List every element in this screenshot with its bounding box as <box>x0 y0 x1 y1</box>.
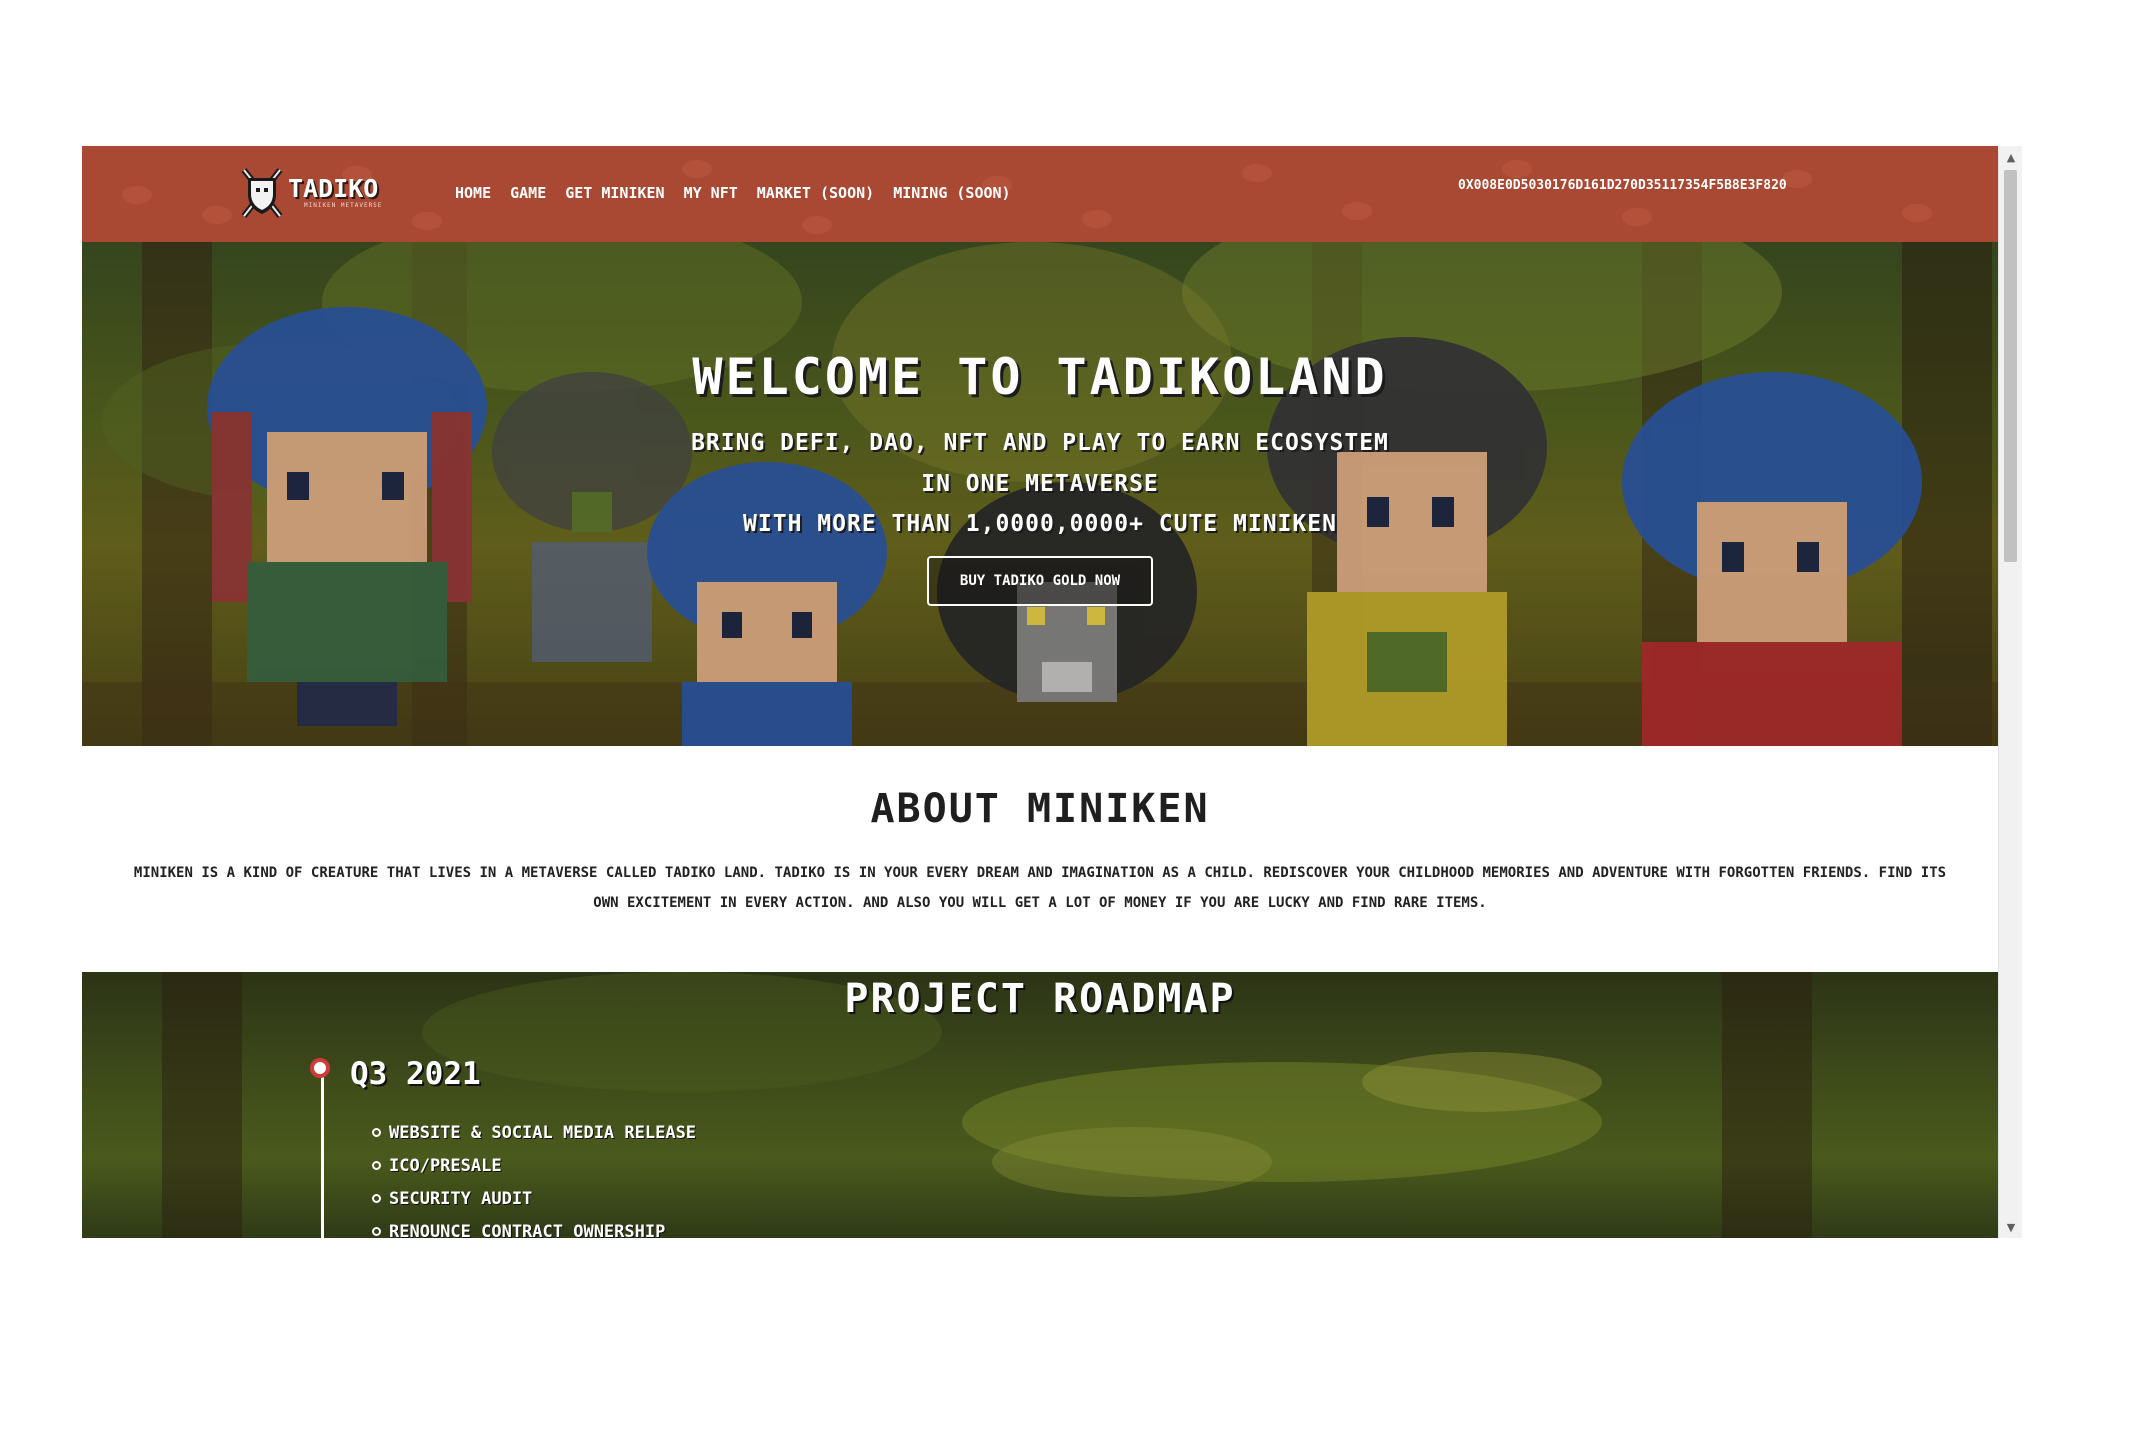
circle-bullet-icon <box>372 1227 381 1236</box>
list-item: ICO/PRESALE <box>372 1149 696 1182</box>
vertical-scrollbar[interactable]: ▲ ▼ <box>1998 146 2022 1238</box>
timeline-dot-icon <box>310 1058 330 1078</box>
page-viewport: TADIKO MINIKEN METAVERSE HOME GAME GET M… <box>82 146 1998 1238</box>
roadmap-section: PROJECT ROADMAP Q3 2021 WEBSITE & SOCIAL… <box>82 972 1998 1238</box>
about-section: ABOUT MINIKEN MINIKEN IS A KIND OF CREAT… <box>82 746 1998 972</box>
nav-links: HOME GAME GET MINIKEN MY NFT MARKET (SOO… <box>455 184 1011 202</box>
logo-subtitle: MINIKEN METAVERSE <box>304 201 383 209</box>
nav-link-my-nft[interactable]: MY NFT <box>684 184 738 202</box>
hero-tagline-3: WITH MORE THAN 1,0000,0000+ CUTE MINIKEN <box>743 511 1337 537</box>
list-item-label: WEBSITE & SOCIAL MEDIA RELEASE <box>389 1122 697 1143</box>
hero-section: WELCOME TO TADIKOLAND BRING DEFI, DAO, N… <box>82 242 1998 746</box>
circle-bullet-icon <box>372 1161 381 1170</box>
scroll-up-icon[interactable]: ▲ <box>1999 146 2022 168</box>
list-item-label: SECURITY AUDIT <box>389 1188 533 1209</box>
list-item-label: ICO/PRESALE <box>389 1155 502 1176</box>
scrollbar-thumb[interactable] <box>2004 170 2017 562</box>
hero-tagline-2: IN ONE METAVERSE <box>921 471 1159 497</box>
list-item: RENOUNCE CONTRACT OWNERSHIP <box>372 1215 696 1238</box>
scroll-down-icon[interactable]: ▼ <box>1999 1216 2022 1238</box>
roadmap-title: PROJECT ROADMAP <box>844 976 1236 1022</box>
hero-title: WELCOME TO TADIKOLAND <box>692 348 1388 406</box>
circle-bullet-icon <box>372 1128 381 1137</box>
about-title: ABOUT MINIKEN <box>870 786 1210 832</box>
nav-link-market[interactable]: MARKET (SOON) <box>757 184 874 202</box>
list-item: SECURITY AUDIT <box>372 1182 696 1215</box>
browser-frame: TADIKO MINIKEN METAVERSE HOME GAME GET M… <box>82 146 2022 1238</box>
phase-items-list: WEBSITE & SOCIAL MEDIA RELEASE ICO/PRESA… <box>372 1116 696 1238</box>
logo-text: TADIKO <box>288 173 379 203</box>
list-item: WEBSITE & SOCIAL MEDIA RELEASE <box>372 1116 696 1149</box>
list-item-label: RENOUNCE CONTRACT OWNERSHIP <box>389 1221 666 1239</box>
tadiko-logo[interactable]: TADIKO MINIKEN METAVERSE <box>240 164 382 220</box>
nav-link-mining[interactable]: MINING (SOON) <box>893 184 1010 202</box>
navbar: TADIKO MINIKEN METAVERSE HOME GAME GET M… <box>82 146 1998 242</box>
about-text: MINIKEN IS A KIND OF CREATURE THAT LIVES… <box>133 865 1947 911</box>
hero-tagline-1: BRING DEFI, DAO, NFT AND PLAY TO EARN EC… <box>691 430 1389 456</box>
nav-link-game[interactable]: GAME <box>510 184 546 202</box>
circle-bullet-icon <box>372 1194 381 1203</box>
nav-link-get-miniken[interactable]: GET MINIKEN <box>565 184 664 202</box>
shield-swords-icon <box>241 168 283 218</box>
nav-link-home[interactable]: HOME <box>455 184 491 202</box>
wallet-address[interactable]: 0x008e0d5030176d161d270d35117354f5b8e3f8… <box>1458 178 1787 193</box>
phase-title: Q3 2021 <box>350 1056 481 1092</box>
timeline-line <box>321 1072 324 1238</box>
buy-tadiko-gold-button[interactable]: BUY TADIKO GOLD NOW <box>927 556 1153 606</box>
